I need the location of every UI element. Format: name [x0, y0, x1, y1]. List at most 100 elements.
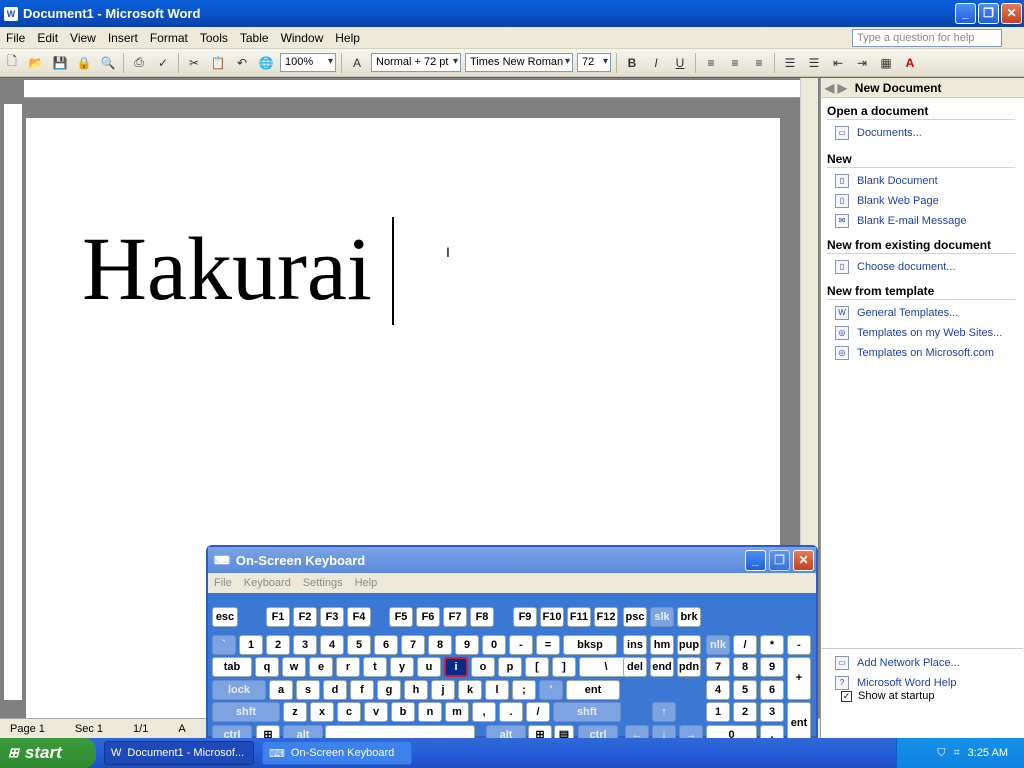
- osk-key[interactable]: shft: [212, 702, 280, 722]
- osk-key[interactable]: 6: [374, 635, 398, 655]
- show-startup-checkbox[interactable]: ✓ Show at startup: [841, 690, 934, 702]
- task-word[interactable]: W Document1 - Microsof...: [104, 741, 254, 765]
- align-right-icon[interactable]: ≡: [748, 52, 770, 74]
- osk-key[interactable]: pup: [677, 635, 701, 655]
- osk-key[interactable]: d: [323, 680, 347, 700]
- undo-icon[interactable]: ↶: [231, 52, 253, 74]
- print-preview-icon[interactable]: 🔍: [97, 52, 119, 74]
- spelling-icon[interactable]: ✓: [152, 52, 174, 74]
- close-button[interactable]: ✕: [1001, 3, 1022, 24]
- menu-table[interactable]: Table: [234, 31, 275, 45]
- menu-view[interactable]: View: [64, 31, 102, 45]
- osk-key[interactable]: 2: [733, 702, 757, 722]
- osk-key[interactable]: a: [269, 680, 293, 700]
- osk-key[interactable]: 1: [239, 635, 263, 655]
- font-select[interactable]: Times New Roman: [465, 53, 573, 72]
- menu-help[interactable]: Help: [329, 31, 366, 45]
- osk-key[interactable]: 9: [455, 635, 479, 655]
- osk-key[interactable]: z: [283, 702, 307, 722]
- menu-file[interactable]: File: [0, 31, 31, 45]
- osk-key[interactable]: lock: [212, 680, 266, 700]
- osk-key[interactable]: F7: [443, 607, 467, 627]
- general-templates-link[interactable]: W General Templates...: [835, 306, 1024, 320]
- osk-key[interactable]: m: [445, 702, 469, 722]
- word-help-link[interactable]: ? Microsoft Word Help: [835, 676, 956, 690]
- osk-key[interactable]: 3: [760, 702, 784, 722]
- osk-key[interactable]: 3: [293, 635, 317, 655]
- osk-key[interactable]: s: [296, 680, 320, 700]
- osk-key[interactable]: F6: [416, 607, 440, 627]
- align-left-icon[interactable]: ≡: [700, 52, 722, 74]
- menu-format[interactable]: Format: [144, 31, 194, 45]
- osk-key[interactable]: end: [650, 657, 674, 677]
- osk-key[interactable]: -: [509, 635, 533, 655]
- osk-close-button[interactable]: ✕: [793, 550, 814, 571]
- osk-key[interactable]: h: [404, 680, 428, 700]
- osk-key[interactable]: 0: [482, 635, 506, 655]
- cut-icon[interactable]: ✂: [183, 52, 205, 74]
- osk-key[interactable]: F2: [293, 607, 317, 627]
- osk-minimize-button[interactable]: _: [745, 550, 766, 571]
- osk-key[interactable]: ↑: [652, 702, 676, 722]
- blank-document-link[interactable]: ▯ Blank Document: [835, 174, 1024, 188]
- osk-key[interactable]: 8: [428, 635, 452, 655]
- osk-key[interactable]: j: [431, 680, 455, 700]
- osk-key[interactable]: p: [498, 657, 522, 677]
- font-size-select[interactable]: 72: [577, 53, 611, 72]
- decrease-indent-icon[interactable]: ⇤: [827, 52, 849, 74]
- osk-key[interactable]: F8: [470, 607, 494, 627]
- osk-key[interactable]: =: [536, 635, 560, 655]
- back-arrow-icon[interactable]: ◀ ▶: [825, 81, 847, 95]
- osk-key[interactable]: f: [350, 680, 374, 700]
- print-icon[interactable]: ⎙: [128, 52, 150, 74]
- osk-key[interactable]: u: [417, 657, 441, 677]
- network-icon[interactable]: ⌗: [953, 747, 959, 760]
- bullets-icon[interactable]: ☰: [803, 52, 825, 74]
- maximize-button[interactable]: ❐: [978, 3, 999, 24]
- osk-key[interactable]: 7: [401, 635, 425, 655]
- increase-indent-icon[interactable]: ⇥: [851, 52, 873, 74]
- osk-key[interactable]: n: [418, 702, 442, 722]
- osk-key[interactable]: 2: [266, 635, 290, 655]
- align-center-icon[interactable]: ≡: [724, 52, 746, 74]
- osk-key[interactable]: F9: [513, 607, 537, 627]
- bold-button[interactable]: B: [621, 52, 643, 74]
- osk-key[interactable]: 7: [706, 657, 730, 677]
- help-search-input[interactable]: Type a question for help: [852, 29, 1002, 47]
- add-network-place-link[interactable]: ▭ Add Network Place...: [835, 656, 960, 670]
- save-icon[interactable]: 💾: [49, 52, 71, 74]
- osk-key[interactable]: ;: [512, 680, 536, 700]
- choose-document-link[interactable]: ▯ Choose document...: [835, 260, 1024, 274]
- vertical-ruler[interactable]: [4, 104, 22, 700]
- blank-email-link[interactable]: ✉ Blank E-mail Message: [835, 214, 1024, 228]
- osk-key[interactable]: 4: [320, 635, 344, 655]
- osk-key[interactable]: o: [471, 657, 495, 677]
- numbering-icon[interactable]: ☰: [779, 52, 801, 74]
- blank-web-page-link[interactable]: ▯ Blank Web Page: [835, 194, 1024, 208]
- open-icon[interactable]: 📂: [25, 52, 47, 74]
- osk-key[interactable]: e: [309, 657, 333, 677]
- osk-key[interactable]: hm: [650, 635, 674, 655]
- menu-edit[interactable]: Edit: [31, 31, 64, 45]
- osk-key[interactable]: psc: [623, 607, 647, 627]
- style-select[interactable]: Normal + 72 pt: [371, 53, 461, 72]
- osk-key[interactable]: y: [390, 657, 414, 677]
- osk-key[interactable]: ins: [623, 635, 647, 655]
- osk-key[interactable]: `: [212, 635, 236, 655]
- osk-key[interactable]: tab: [212, 657, 252, 677]
- document-text[interactable]: Hakurai: [82, 215, 372, 325]
- osk-key[interactable]: /: [733, 635, 757, 655]
- osk-key[interactable]: shft: [553, 702, 621, 722]
- font-color-icon[interactable]: A: [899, 52, 921, 74]
- osk-key[interactable]: ,: [472, 702, 496, 722]
- osk-key[interactable]: 6: [760, 680, 784, 700]
- osk-key[interactable]: c: [337, 702, 361, 722]
- osk-key[interactable]: g: [377, 680, 401, 700]
- permission-icon[interactable]: 🔒: [73, 52, 95, 74]
- osk-key[interactable]: F10: [540, 607, 564, 627]
- osk-key[interactable]: 5: [733, 680, 757, 700]
- osk-key[interactable]: slk: [650, 607, 674, 627]
- osk-key[interactable]: F11: [567, 607, 591, 627]
- start-button[interactable]: ⊞ start: [0, 738, 96, 768]
- osk-key[interactable]: v: [364, 702, 388, 722]
